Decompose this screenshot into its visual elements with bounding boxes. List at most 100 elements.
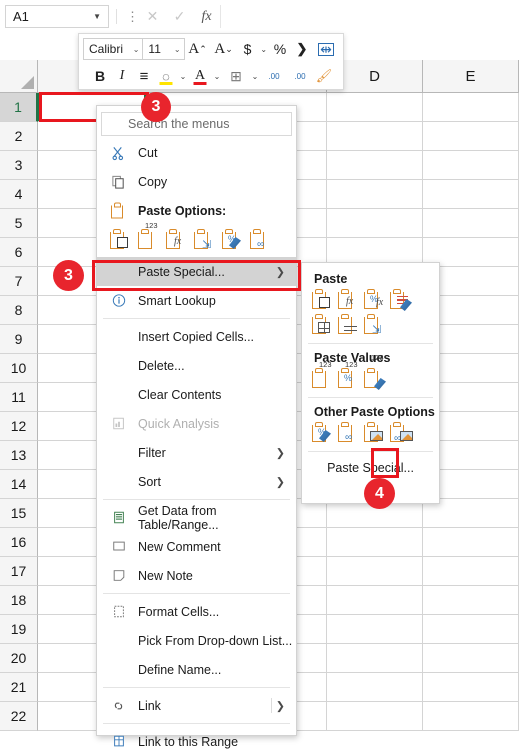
paste-picture-icon[interactable] [364,422,386,446]
paste-transpose-icon[interactable]: ⇲ [364,314,386,338]
search-the-menus-input[interactable]: Search the menus [101,112,292,136]
grid-cell[interactable] [327,702,423,731]
format-painter-button[interactable]: 🖌 [313,64,335,88]
font-color-dropdown-icon[interactable]: ⌄ [211,64,223,88]
grid-cell[interactable] [423,151,519,180]
menu-item-cut[interactable]: Cut [97,138,296,167]
row-header-1[interactable]: 1 [0,93,38,122]
menu-item-format-cells[interactable]: Format Cells... [97,597,296,626]
grid-cell[interactable] [423,93,519,122]
formula-input[interactable] [221,5,519,28]
grid-cell[interactable] [423,702,519,731]
menu-item-link[interactable]: Link ❯ [97,691,296,720]
paste-link-icon[interactable]: ∞ [338,422,360,446]
confirm-formula-icon[interactable]: ✓ [166,5,193,28]
menu-item-copy[interactable]: Copy [97,167,296,196]
row-header-12[interactable]: 12 [0,412,38,441]
row-header-17[interactable]: 17 [0,557,38,586]
menu-item-link-to-this-range[interactable]: Link to this Range [97,727,296,753]
grid-cell[interactable] [423,122,519,151]
paste-formulas-icon[interactable]: fx [338,289,360,313]
row-header-15[interactable]: 15 [0,499,38,528]
grid-cell[interactable] [327,180,423,209]
row-header-2[interactable]: 2 [0,122,38,151]
column-header-E[interactable]: E [423,60,519,93]
borders-button[interactable]: ⊞ [223,64,249,88]
paste-linked-picture-icon[interactable]: ∞ [390,422,413,446]
paste-formulas-icon[interactable]: fx [166,229,188,253]
comma-format-button[interactable]: ❯ [291,37,313,61]
align-button[interactable]: ≡ [133,64,155,88]
row-header-11[interactable]: 11 [0,383,38,412]
insert-function-icon[interactable]: fx [193,5,220,28]
paste-link-icon[interactable]: ∞ [250,229,272,253]
menu-item-new-note[interactable]: New Note [97,561,296,590]
row-header-18[interactable]: 18 [0,586,38,615]
more-options-icon[interactable]: ⋮ [126,9,139,25]
row-header-7[interactable]: 7 [0,267,38,296]
accounting-format-button[interactable]: $ [237,37,259,61]
menu-item-get-data-from-table-range[interactable]: Get Data from Table/Range... [97,503,296,532]
grid-cell[interactable] [327,586,423,615]
row-header-22[interactable]: 22 [0,702,38,731]
paste-values-icon[interactable]: 123 [312,360,334,392]
paste-transpose-icon[interactable]: ⇲ [194,229,216,253]
wrap-text-button[interactable]: ⇹ [313,37,339,61]
menu-item-paste-special[interactable]: Paste Special... ❯ [97,257,296,286]
grid-cell[interactable] [423,673,519,702]
menu-item-new-comment[interactable]: New Comment [97,532,296,561]
borders-dropdown-icon[interactable]: ⌄ [249,64,261,88]
increase-font-size-button[interactable]: A ⌃ [185,37,211,61]
paste-formatting-icon[interactable]: % [222,229,244,253]
row-header-13[interactable]: 13 [0,441,38,470]
paste-formatting-icon[interactable]: % [312,422,334,446]
grid-cell[interactable] [423,557,519,586]
menu-item-sort[interactable]: Sort ❯ [97,467,296,496]
paste-values-srcfmt-icon[interactable]: 123 [364,353,386,392]
grid-cell[interactable] [423,209,519,238]
fill-color-dropdown-icon[interactable]: ⌄ [177,64,189,88]
row-header-16[interactable]: 16 [0,528,38,557]
percent-format-button[interactable]: % [269,37,291,61]
increase-decimal-button[interactable]: .00 [287,64,313,88]
grid-cell[interactable] [423,586,519,615]
row-header-19[interactable]: 19 [0,615,38,644]
grid-cell[interactable] [423,615,519,644]
row-header-14[interactable]: 14 [0,470,38,499]
row-header-6[interactable]: 6 [0,238,38,267]
grid-cell[interactable] [327,557,423,586]
grid-cell[interactable] [423,180,519,209]
paste-values-numfmt-icon[interactable]: % 123 [338,360,360,392]
italic-button[interactable]: I [111,64,133,88]
menu-item-smart-lookup[interactable]: Smart Lookup [97,286,296,315]
chevron-down-icon[interactable]: ▼ [93,12,101,21]
menu-item-define-name[interactable]: Define Name... [97,655,296,684]
grid-cell[interactable] [327,528,423,557]
decrease-decimal-button[interactable]: .00 [261,64,287,88]
chevron-down-icon[interactable]: ⌄ [129,45,140,54]
bold-button[interactable]: B [89,64,111,88]
paste-all-icon[interactable] [110,229,132,253]
row-header-10[interactable]: 10 [0,354,38,383]
menu-item-filter[interactable]: Filter ❯ [97,438,296,467]
grid-cell[interactable] [327,209,423,238]
decrease-font-size-button[interactable]: A ⌄ [211,37,237,61]
paste-keep-col-widths-icon[interactable] [338,314,360,338]
grid-cell[interactable] [423,528,519,557]
row-header-21[interactable]: 21 [0,673,38,702]
paste-formulas-numfmt-icon[interactable]: % fx [364,289,386,313]
font-size-combo[interactable]: 11 ⌄ [142,38,185,60]
grid-cell[interactable] [327,151,423,180]
name-box[interactable]: A1 ▼ [5,5,109,28]
menu-item-pick-from-dropdown-list[interactable]: Pick From Drop-down List... [97,626,296,655]
grid-cell[interactable] [327,122,423,151]
grid-cell[interactable] [327,93,423,122]
row-header-5[interactable]: 5 [0,209,38,238]
row-header-9[interactable]: 9 [0,325,38,354]
select-all-corner[interactable] [0,60,38,93]
paste-all-icon[interactable] [312,289,334,313]
menu-item-clear-contents[interactable]: Clear Contents [97,380,296,409]
font-name-combo[interactable]: Calibri ⌄ [83,38,144,60]
paste-values-icon[interactable]: 123 [138,221,160,253]
row-header-4[interactable]: 4 [0,180,38,209]
